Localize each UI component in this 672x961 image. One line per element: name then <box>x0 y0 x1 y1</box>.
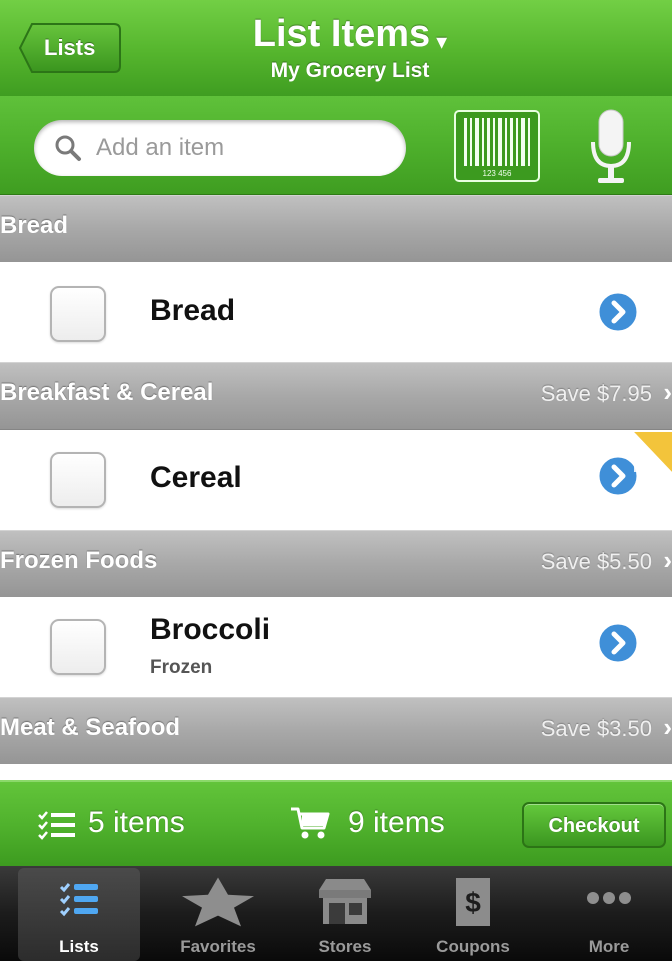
tab-bar: Lists Favorites Stores $ Coupons More <box>0 866 672 961</box>
add-item-placeholder: Add an item <box>96 134 225 161</box>
cart-items-count: 9 items <box>348 806 445 839</box>
tab-more[interactable]: More <box>546 868 672 961</box>
caret-down-icon: ▾ <box>436 28 448 54</box>
section-header-bread: Bread <box>0 195 672 263</box>
section-savings: Save $5.50 <box>540 549 652 574</box>
barcode-digits: 123 456 <box>483 169 512 178</box>
tab-stores[interactable]: Stores <box>282 868 408 961</box>
item-checkbox[interactable] <box>50 619 106 675</box>
section-name: Meat & Seafood <box>0 714 181 741</box>
more-icon <box>587 892 631 904</box>
checklist-icon <box>38 811 75 840</box>
chevron-right-icon: › <box>663 712 672 742</box>
detail-disclosure-icon[interactable] <box>596 290 640 334</box>
list-item-broccoli[interactable]: Broccoli Frozen <box>0 597 672 698</box>
tab-label: Lists <box>59 937 99 956</box>
section-header-breakfast-cereal[interactable]: Breakfast & Cereal Save $7.95 › <box>0 362 672 430</box>
remaining-items-count: 5 items <box>88 806 185 839</box>
barcode-scan-button[interactable]: 123 456 <box>454 110 540 182</box>
section-name: Frozen Foods <box>0 547 158 574</box>
item-name: Cereal <box>150 461 242 494</box>
tab-lists[interactable]: Lists <box>18 868 140 961</box>
back-to-lists-button[interactable]: Lists <box>18 22 122 74</box>
list-name-subtitle: My Grocery List <box>270 58 430 82</box>
section-savings: Save $7.95 <box>540 381 652 406</box>
tab-label: Favorites <box>180 937 256 956</box>
microphone-icon <box>591 109 631 183</box>
item-name: Bread <box>150 294 236 327</box>
tab-favorites[interactable]: Favorites <box>155 868 281 961</box>
store-icon <box>319 879 371 924</box>
checkout-button[interactable]: Checkout <box>522 802 666 848</box>
title-dropdown[interactable]: List Items ▾ My Grocery List <box>200 14 500 85</box>
section-savings: Save $3.50 <box>540 716 652 741</box>
section-header-frozen-foods[interactable]: Frozen Foods Save $5.50 › <box>0 530 672 598</box>
barcode-icon: 123 456 <box>454 110 540 182</box>
add-item-bar: Add an item 123 456 <box>0 96 672 196</box>
list-summary-bar: 5 items 9 items Checkout <box>0 780 672 868</box>
back-button-label: Lists <box>44 35 96 60</box>
section-header-meat-seafood[interactable]: Meat & Seafood Save $3.50 › <box>0 697 672 765</box>
nav-header: Lists List Items ▾ My Grocery List <box>0 0 672 98</box>
tab-label: More <box>588 937 630 956</box>
coupon-icon: $ <box>456 878 490 926</box>
list-item-bread[interactable]: Bread <box>0 262 672 363</box>
item-checkbox[interactable] <box>50 286 106 342</box>
section-name: Bread <box>0 212 69 239</box>
svg-text:$: $ <box>465 887 481 918</box>
chevron-right-icon: › <box>663 545 672 575</box>
item-checkbox[interactable] <box>50 452 106 508</box>
page-title: List Items <box>252 13 431 55</box>
section-name: Breakfast & Cereal <box>0 379 214 406</box>
list-item-partial <box>0 764 672 780</box>
chevron-right-icon: › <box>663 377 672 407</box>
add-item-input[interactable]: Add an item <box>34 120 406 176</box>
voice-input-button[interactable] <box>588 108 634 188</box>
item-note: Frozen <box>150 657 213 678</box>
tab-coupons[interactable]: $ Coupons <box>410 868 536 961</box>
item-name: Broccoli <box>150 613 271 646</box>
list-item-cereal[interactable]: Cereal <box>0 430 672 531</box>
shopping-cart-icon <box>291 807 330 839</box>
search-icon <box>55 135 81 161</box>
detail-disclosure-icon[interactable] <box>596 621 640 665</box>
coupon-tag-icon <box>634 432 672 472</box>
tab-label: Stores <box>318 937 372 956</box>
list-icon <box>59 883 98 917</box>
star-icon <box>182 877 254 927</box>
tab-label: Coupons <box>436 937 510 956</box>
